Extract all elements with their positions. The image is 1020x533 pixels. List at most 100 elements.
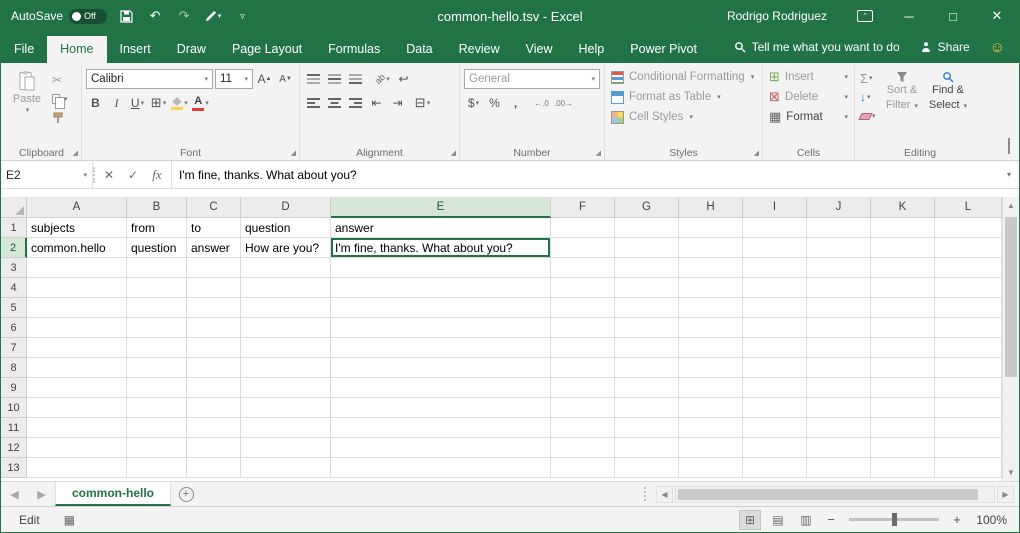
column-header-L[interactable]: L bbox=[935, 197, 1002, 218]
user-name[interactable]: Rodrigo Rodriguez bbox=[727, 9, 827, 23]
cell-F7[interactable] bbox=[551, 338, 615, 358]
cell-F9[interactable] bbox=[551, 378, 615, 398]
bold-button[interactable]: B bbox=[86, 93, 105, 113]
cell-styles-button[interactable]: Cell Styles ▾ bbox=[609, 107, 758, 127]
decrease-decimal-button[interactable]: .00→ bbox=[553, 93, 574, 113]
collapse-ribbon-button[interactable] bbox=[1008, 140, 1010, 154]
cell-J2[interactable] bbox=[807, 238, 871, 258]
cell-L2[interactable] bbox=[935, 238, 1002, 258]
column-header-F[interactable]: F bbox=[551, 197, 615, 218]
formula-input[interactable]: I'm fine, thanks. What about you? bbox=[172, 161, 999, 188]
tab-view[interactable]: View bbox=[513, 36, 566, 63]
cell-F5[interactable] bbox=[551, 298, 615, 318]
zoom-slider-thumb[interactable] bbox=[892, 513, 897, 526]
cell-L1[interactable] bbox=[935, 218, 1002, 238]
cell-A11[interactable] bbox=[27, 418, 127, 438]
cell-E5[interactable] bbox=[331, 298, 551, 318]
cell-C7[interactable] bbox=[187, 338, 241, 358]
cell-E3[interactable] bbox=[331, 258, 551, 278]
cell-B9[interactable] bbox=[127, 378, 187, 398]
cell-I5[interactable] bbox=[743, 298, 807, 318]
tab-data[interactable]: Data bbox=[393, 36, 445, 63]
cell-D11[interactable] bbox=[241, 418, 331, 438]
row-header-5[interactable]: 5 bbox=[1, 298, 27, 318]
cell-L4[interactable] bbox=[935, 278, 1002, 298]
column-header-H[interactable]: H bbox=[679, 197, 743, 218]
row-header-6[interactable]: 6 bbox=[1, 318, 27, 338]
customize-quick-access-toolbar-button[interactable]: ▿ bbox=[232, 5, 252, 27]
cell-A12[interactable] bbox=[27, 438, 127, 458]
cell-E1[interactable]: answer bbox=[331, 218, 551, 238]
enter-button[interactable]: ✓ bbox=[121, 164, 145, 186]
cell-K10[interactable] bbox=[871, 398, 935, 418]
cell-K7[interactable] bbox=[871, 338, 935, 358]
cell-K12[interactable] bbox=[871, 438, 935, 458]
row-header-11[interactable]: 11 bbox=[1, 418, 27, 438]
cell-C3[interactable] bbox=[187, 258, 241, 278]
zoom-slider[interactable] bbox=[849, 518, 939, 521]
view-page-layout-button[interactable]: ▤ bbox=[767, 510, 789, 530]
merge-center-button[interactable]: ⊟▾ bbox=[413, 93, 432, 113]
accounting-format-button[interactable]: $▾ bbox=[464, 93, 483, 113]
row-header-8[interactable]: 8 bbox=[1, 358, 27, 378]
cell-L5[interactable] bbox=[935, 298, 1002, 318]
cell-B12[interactable] bbox=[127, 438, 187, 458]
cell-I10[interactable] bbox=[743, 398, 807, 418]
cell-G13[interactable] bbox=[615, 458, 679, 478]
cell-B7[interactable] bbox=[127, 338, 187, 358]
wrap-text-button[interactable]: ↩ bbox=[394, 69, 413, 89]
paste-button[interactable]: Paste ▾ bbox=[6, 67, 48, 144]
cell-A6[interactable] bbox=[27, 318, 127, 338]
cell-I11[interactable] bbox=[743, 418, 807, 438]
orientation-button[interactable]: ab▾ bbox=[373, 69, 392, 89]
cell-H13[interactable] bbox=[679, 458, 743, 478]
cell-I8[interactable] bbox=[743, 358, 807, 378]
vertical-scrollbar[interactable]: ▲ ▼ bbox=[1002, 197, 1019, 481]
cell-D3[interactable] bbox=[241, 258, 331, 278]
fill-button[interactable]: ↓▾ bbox=[859, 88, 878, 106]
maximize-button[interactable]: □ bbox=[931, 1, 975, 31]
cell-D12[interactable] bbox=[241, 438, 331, 458]
cell-D2[interactable]: How are you? bbox=[241, 238, 331, 258]
save-button[interactable] bbox=[116, 5, 136, 27]
font-dialog-launcher[interactable]: ◢ bbox=[291, 150, 296, 157]
cell-A4[interactable] bbox=[27, 278, 127, 298]
cell-B11[interactable] bbox=[127, 418, 187, 438]
cell-A9[interactable] bbox=[27, 378, 127, 398]
cell-E7[interactable] bbox=[331, 338, 551, 358]
cell-J10[interactable] bbox=[807, 398, 871, 418]
cell-J8[interactable] bbox=[807, 358, 871, 378]
tab-help[interactable]: Help bbox=[566, 36, 618, 63]
cell-I3[interactable] bbox=[743, 258, 807, 278]
cell-F12[interactable] bbox=[551, 438, 615, 458]
cell-A7[interactable] bbox=[27, 338, 127, 358]
percent-style-button[interactable]: % bbox=[485, 93, 504, 113]
cell-G12[interactable] bbox=[615, 438, 679, 458]
cell-G7[interactable] bbox=[615, 338, 679, 358]
column-header-G[interactable]: G bbox=[615, 197, 679, 218]
scroll-right-icon[interactable]: ▶ bbox=[997, 486, 1014, 503]
cell-F10[interactable] bbox=[551, 398, 615, 418]
scroll-left-icon[interactable]: ◀ bbox=[656, 486, 673, 503]
cell-G9[interactable] bbox=[615, 378, 679, 398]
styles-dialog-launcher[interactable]: ◢ bbox=[754, 150, 759, 157]
cell-H1[interactable] bbox=[679, 218, 743, 238]
scroll-down-icon[interactable]: ▼ bbox=[1003, 464, 1019, 481]
cell-A1[interactable]: subjects bbox=[27, 218, 127, 238]
cell-A10[interactable] bbox=[27, 398, 127, 418]
cell-C9[interactable] bbox=[187, 378, 241, 398]
autosum-button[interactable]: Σ▾ bbox=[859, 69, 878, 87]
tab-review[interactable]: Review bbox=[446, 36, 513, 63]
tab-home[interactable]: Home bbox=[47, 36, 106, 63]
row-header-7[interactable]: 7 bbox=[1, 338, 27, 358]
cell-K3[interactable] bbox=[871, 258, 935, 278]
cell-I9[interactable] bbox=[743, 378, 807, 398]
cell-L13[interactable] bbox=[935, 458, 1002, 478]
cell-H8[interactable] bbox=[679, 358, 743, 378]
row-header-3[interactable]: 3 bbox=[1, 258, 27, 278]
cell-I7[interactable] bbox=[743, 338, 807, 358]
tab-power-pivot[interactable]: Power Pivot bbox=[617, 36, 710, 63]
column-header-J[interactable]: J bbox=[807, 197, 871, 218]
cell-A5[interactable] bbox=[27, 298, 127, 318]
cell-C8[interactable] bbox=[187, 358, 241, 378]
